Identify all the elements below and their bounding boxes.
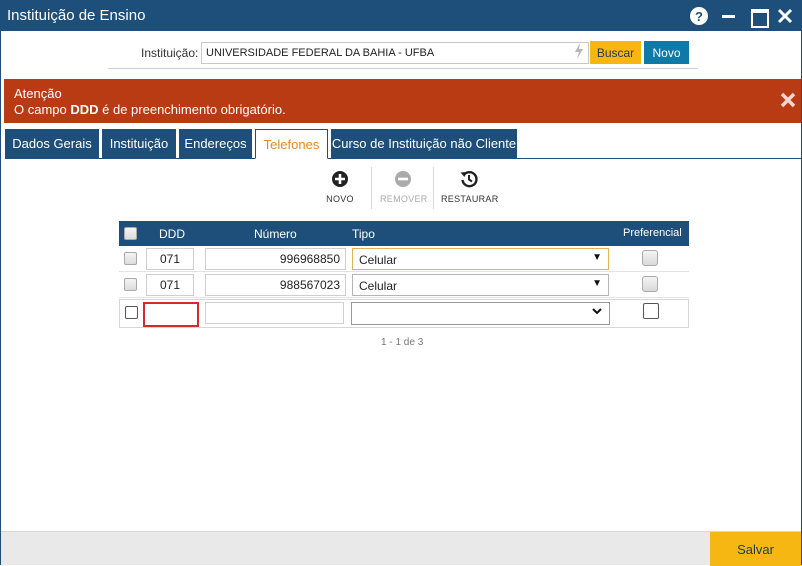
instituicao-label: Instituição:: [141, 46, 199, 60]
plus-circle-icon: [330, 169, 350, 189]
numero-input[interactable]: [205, 302, 344, 324]
tab-instituicao[interactable]: Instituição: [102, 129, 176, 158]
new-table-row: [119, 299, 689, 328]
remover-telefone-label: REMOVER: [380, 194, 428, 204]
tab-telefones[interactable]: Telefones: [255, 129, 328, 159]
preferencial-checkbox[interactable]: [642, 250, 658, 266]
alert-message: O campo DDD é de preenchimento obrigatór…: [14, 102, 286, 117]
column-header-tipo[interactable]: Tipo: [352, 227, 375, 241]
tipo-select-value: Celular: [359, 279, 398, 293]
alert-message-prefix: O campo: [14, 102, 71, 117]
toolbar-separator: [371, 167, 372, 209]
title-bar: Instituição de Ensino ?: [1, 1, 801, 31]
novo-telefone-label: NOVO: [326, 194, 354, 204]
help-icon[interactable]: ?: [690, 7, 708, 25]
column-header-numero[interactable]: Número: [254, 227, 297, 241]
column-header-ddd[interactable]: DDD: [159, 227, 185, 241]
window-title: Instituição de Ensino: [7, 7, 146, 24]
footer-bar: Salvar: [1, 531, 801, 566]
select-all-checkbox[interactable]: [124, 227, 137, 240]
maximize-icon[interactable]: [749, 6, 769, 28]
alert-title: Atenção: [14, 86, 62, 101]
alert-field-name: DDD: [70, 102, 99, 117]
preferencial-checkbox[interactable]: [642, 276, 658, 292]
toolbar-separator: [433, 167, 434, 209]
close-alert-icon[interactable]: [778, 90, 798, 110]
tipo-select[interactable]: Celular ▼: [352, 274, 609, 296]
restore-history-icon: [459, 169, 479, 189]
preferencial-checkbox[interactable]: [643, 303, 659, 319]
restaurar-label: RESTAURAR: [441, 194, 499, 204]
dropdown-arrow-icon: ▼: [592, 252, 602, 263]
buscar-button[interactable]: Buscar: [590, 41, 641, 64]
remover-telefone-button[interactable]: REMOVER: [380, 169, 428, 204]
tipo-select[interactable]: Celular ▼: [352, 248, 609, 270]
tab-dados-gerais[interactable]: Dados Gerais: [5, 129, 99, 158]
numero-cell[interactable]: 996968850: [205, 248, 346, 270]
tab-enderecos[interactable]: Endereços: [179, 129, 252, 158]
ddd-cell[interactable]: 071: [146, 274, 194, 296]
minus-circle-icon: [393, 169, 413, 189]
instituicao-input[interactable]: [201, 42, 589, 64]
column-header-preferencial[interactable]: Preferencial: [623, 227, 682, 239]
numero-cell[interactable]: 988567023: [205, 274, 346, 296]
tab-curso-instituicao-nao-cliente[interactable]: Curso de Instituição não Cliente: [331, 129, 517, 158]
instituicao-window: Instituição de Ensino ? Instituição: Bus…: [0, 0, 802, 566]
tipo-select[interactable]: [351, 302, 610, 325]
instituicao-search-row: Instituição: Buscar Novo: [108, 39, 698, 69]
chevron-down-icon: [591, 305, 603, 320]
tab-bar: Dados Gerais Instituição Endereços Telef…: [5, 129, 801, 159]
grid-header: DDD Número Tipo Preferencial: [119, 221, 689, 246]
table-row: 071 996968850 Celular ▼: [119, 246, 689, 272]
validation-alert: Atenção O campo DDD é de preenchimento o…: [4, 79, 801, 123]
lightning-icon[interactable]: [574, 43, 584, 62]
dropdown-arrow-icon: ▼: [592, 278, 602, 289]
minimize-icon[interactable]: [719, 6, 739, 26]
pager-info: 1 - 1 de 3: [381, 337, 424, 348]
tipo-select-value: Celular: [359, 253, 398, 267]
ddd-cell[interactable]: 071: [146, 248, 194, 270]
row-checkbox[interactable]: [124, 278, 137, 291]
table-row: 071 988567023 Celular ▼: [119, 272, 689, 298]
ddd-input-invalid[interactable]: [143, 302, 199, 327]
close-window-icon[interactable]: [775, 6, 795, 26]
row-checkbox[interactable]: [124, 252, 137, 265]
novo-instituicao-button[interactable]: Novo: [644, 41, 689, 64]
restaurar-button[interactable]: RESTAURAR: [441, 169, 499, 204]
row-checkbox[interactable]: [125, 306, 138, 319]
salvar-button[interactable]: Salvar: [710, 532, 801, 566]
alert-message-suffix: é de preenchimento obrigatório.: [98, 102, 286, 117]
novo-telefone-button[interactable]: NOVO: [324, 169, 356, 204]
